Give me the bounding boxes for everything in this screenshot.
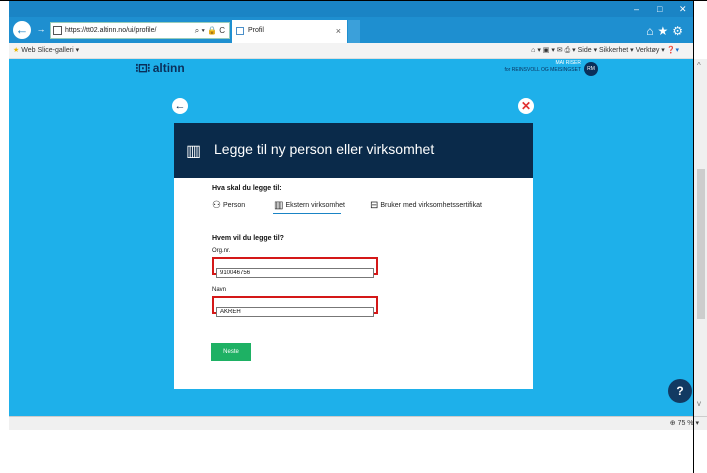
help-button[interactable]: ? bbox=[668, 379, 692, 403]
orgnr-field-highlight bbox=[212, 257, 378, 278]
address-bar[interactable]: https://tt02.altinn.no/ui/profile/ ⌕ ▾ 🔒… bbox=[50, 22, 230, 39]
building-icon: ▥ bbox=[186, 143, 202, 160]
next-button[interactable]: Neste bbox=[211, 343, 251, 361]
back-icon[interactable]: ← bbox=[13, 21, 31, 39]
altinn-logo-icon: ⁝⊡⁝ bbox=[135, 61, 151, 75]
building-icon: ▥ bbox=[274, 200, 284, 211]
dialog-body: Hva skal du legge til: ⚇ Person ▥ Ekstern … bbox=[174, 178, 533, 389]
name-label: Navn bbox=[212, 287, 227, 293]
certificate-icon: ⊟ bbox=[370, 200, 379, 211]
page-content: ⁝⊡⁝ altinn MAI RISER for REINSVOLL OG MEI… bbox=[9, 59, 693, 416]
selected-option-indicator bbox=[273, 213, 341, 214]
tab-profil[interactable]: Profil × bbox=[232, 20, 347, 43]
option-virksomhetssertifikat[interactable]: ⊟ Bruker med virksomhetssertifikat bbox=[370, 200, 482, 211]
option-ekstern-virksomhet[interactable]: ▥ Ekstern virksomhet bbox=[274, 200, 345, 211]
altinn-logo[interactable]: ⁝⊡⁝ altinn bbox=[135, 61, 185, 75]
page-scrollbar[interactable]: ^ v bbox=[693, 59, 707, 416]
command-icons: ⌂ ▾ ▣ ▾ ✉ ⎙ ▾ bbox=[531, 47, 578, 54]
favorites-bar: ★ Web Slice-galleri ▾ ⌂ ▾ ▣ ▾ ✉ ⎙ ▾ Side… bbox=[9, 43, 693, 59]
toolbar-icons: ⌂★⚙ bbox=[646, 24, 687, 38]
user-info[interactable]: MAI RISER for REINSVOLL OG MEISINGSET bbox=[505, 60, 582, 74]
name-field-highlight bbox=[212, 296, 378, 317]
close-icon[interactable]: ✕ bbox=[518, 98, 534, 114]
maximize-button[interactable]: □ bbox=[657, 4, 662, 14]
page-icon bbox=[53, 26, 62, 35]
option-person[interactable]: ⚇ Person bbox=[212, 200, 245, 211]
question-who: Hvem vil du legge til? bbox=[212, 235, 284, 242]
tab-favicon-icon bbox=[236, 27, 244, 35]
status-bar: ⊕ 75 % ▾ bbox=[9, 416, 707, 430]
user-name: MAI RISER bbox=[555, 60, 581, 66]
favorites-star-icon[interactable]: ★ bbox=[657, 24, 672, 38]
forward-icon[interactable]: → bbox=[35, 23, 47, 35]
window-close-button[interactable]: ✕ bbox=[679, 4, 687, 15]
tab-close-icon[interactable]: × bbox=[336, 20, 341, 42]
command-bar[interactable]: ⌂ ▾ ▣ ▾ ✉ ⎙ ▾ Side ▾ Sikkerhet ▾ Verktøy… bbox=[531, 43, 679, 58]
url-text: https://tt02.altinn.no/ui/profile/ bbox=[65, 27, 157, 34]
dialog-header: ▥ Legge til ny person eller virksomhet bbox=[174, 123, 533, 178]
new-tab-button[interactable] bbox=[348, 20, 360, 43]
zoom-control[interactable]: ⊕ 75 % ▾ bbox=[670, 419, 699, 427]
avatar[interactable]: RM bbox=[584, 62, 598, 76]
window-titlebar: – □ ✕ bbox=[9, 1, 693, 17]
user-org: for REINSVOLL OG MEISINGSET bbox=[504, 67, 582, 73]
zoom-icon: ⊕ bbox=[669, 420, 676, 427]
right-border bbox=[693, 0, 694, 473]
name-field[interactable] bbox=[216, 307, 374, 317]
help-menu-icon[interactable]: ❓▾ bbox=[667, 47, 679, 54]
back-arrow-icon[interactable]: ← bbox=[172, 98, 188, 114]
dialog-title: Legge til ny person eller virksomhet bbox=[214, 141, 435, 157]
question-what: Hva skal du legge til: bbox=[212, 185, 282, 192]
scroll-down-icon[interactable]: v bbox=[697, 399, 701, 408]
tab-title: Profil bbox=[248, 27, 264, 34]
orgnr-label: Org.nr. bbox=[212, 248, 231, 254]
web-slice-gallery-link[interactable]: ★ Web Slice-galleri ▾ bbox=[13, 43, 79, 58]
minimize-button[interactable]: – bbox=[634, 4, 639, 14]
person-icon: ⚇ bbox=[212, 200, 221, 211]
scroll-thumb[interactable] bbox=[697, 169, 705, 319]
orgnr-field[interactable] bbox=[216, 268, 374, 278]
scroll-up-icon[interactable]: ^ bbox=[697, 61, 701, 70]
home-icon[interactable]: ⌂ bbox=[646, 24, 657, 38]
address-tools-icon[interactable]: ⌕ ▾ 🔒 C bbox=[195, 23, 225, 38]
star-icon: ★ bbox=[13, 47, 20, 54]
settings-gear-icon[interactable]: ⚙ bbox=[672, 24, 687, 38]
